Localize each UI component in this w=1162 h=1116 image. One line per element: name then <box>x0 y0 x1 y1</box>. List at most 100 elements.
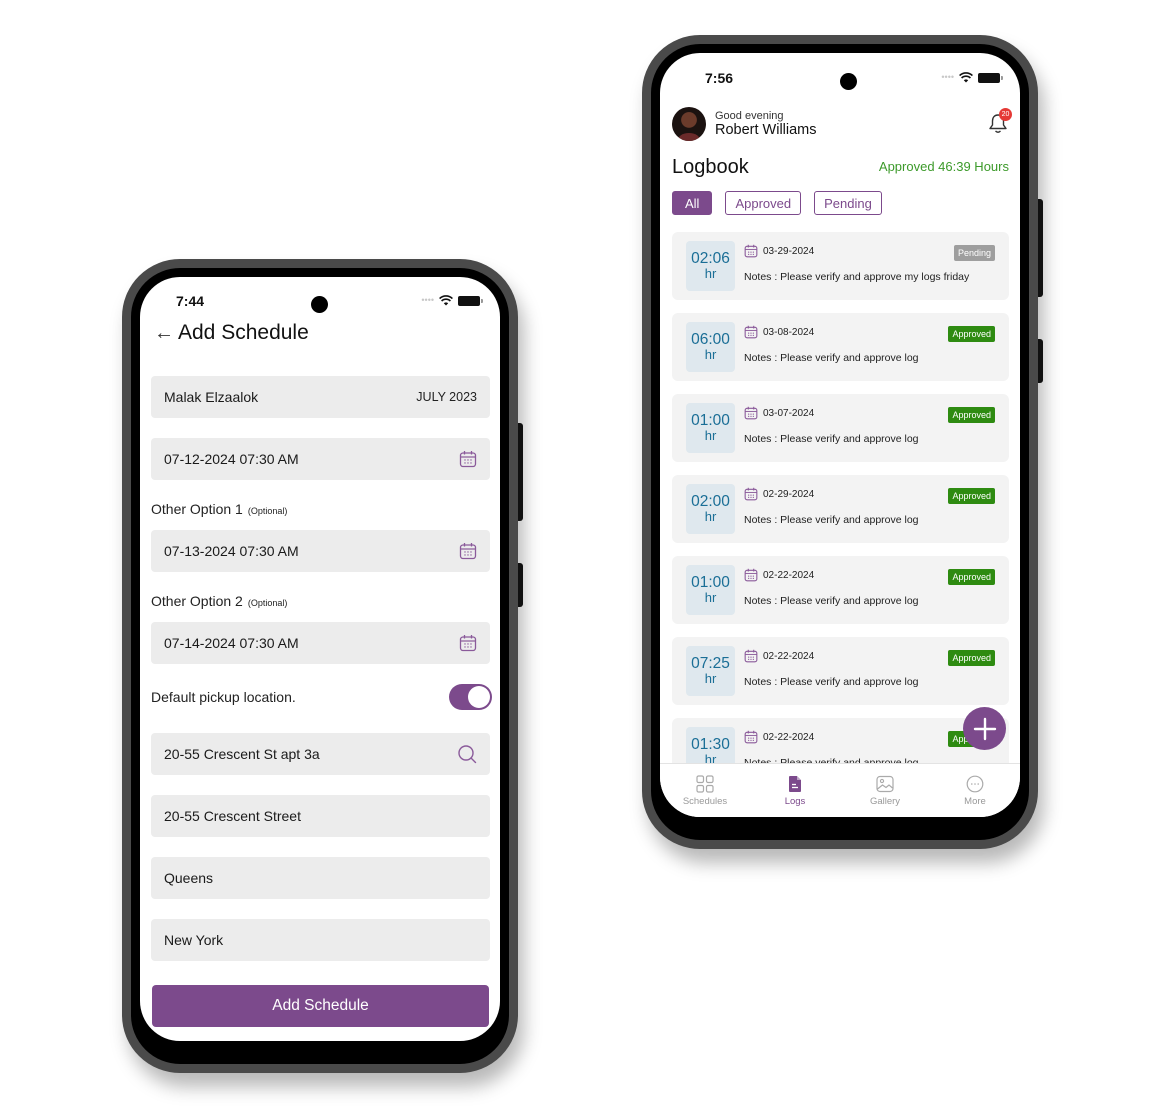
log-date-row: 03-07-2024 <box>744 406 814 420</box>
primary-date-value: 07-12-2024 07:30 AM <box>164 451 299 467</box>
client-month: JULY 2023 <box>416 390 477 404</box>
city-field[interactable]: Queens <box>151 857 490 899</box>
search-icon[interactable] <box>457 744 477 764</box>
log-card[interactable]: 02:06 hr 03-29-2024 Notes : Please verify a… <box>672 232 1009 300</box>
duration-box: 01:30 hr <box>686 727 735 763</box>
calendar-icon[interactable] <box>459 450 477 468</box>
arrow-left-icon[interactable]: ← <box>154 323 174 343</box>
default-pickup-toggle[interactable] <box>449 684 492 710</box>
side-button-volume <box>1038 339 1043 383</box>
logbook-title: Logbook <box>672 156 749 178</box>
status-time: 7:44 <box>176 293 205 309</box>
log-duration-unit: hr <box>704 671 717 687</box>
state-field[interactable]: New York <box>151 919 490 961</box>
street-value: 20-55 Crescent Street <box>164 808 301 824</box>
log-list[interactable]: 02:06 hr 03-29-2024 Notes : Please verify a… <box>672 232 1009 763</box>
log-card[interactable]: 01:00 hr 02-22-2024 Notes : Please verify a… <box>672 556 1009 624</box>
calendar-icon[interactable] <box>459 542 477 560</box>
tab-more[interactable]: More <box>930 764 1020 817</box>
log-date: 03-29-2024 <box>763 245 815 257</box>
duration-box: 06:00 hr <box>686 322 735 372</box>
state-value: New York <box>164 932 224 948</box>
log-card[interactable]: 01:00 hr 03-07-2024 Notes : Please verify a… <box>672 394 1009 462</box>
log-duration: 07:25 <box>691 654 730 672</box>
calendar-icon <box>744 325 758 339</box>
log-duration-unit: hr <box>704 347 717 363</box>
add-log-button[interactable] <box>963 707 1006 750</box>
wifi-icon <box>959 72 973 83</box>
battery-icon <box>458 295 483 306</box>
filter-pending[interactable]: Pending <box>814 191 882 215</box>
option2-label-text: Other Option 2 <box>151 593 243 609</box>
log-card[interactable]: 01:30 hr 02-22-2024 Notes : Please verify a… <box>672 718 1009 763</box>
phone-logbook: 7:56 •••• Good evening Robert Williams 2… <box>642 35 1043 849</box>
battery-icon <box>978 72 1003 83</box>
log-card[interactable]: 07:25 hr 02-22-2024 Notes : Please verify a… <box>672 637 1009 705</box>
option2-hint: (Optional) <box>247 598 288 608</box>
status-badge: Approved <box>948 488 995 504</box>
option1-label-text: Other Option 1 <box>151 501 243 517</box>
default-pickup-row: Default pickup location. <box>151 684 492 710</box>
log-date: 02-29-2024 <box>763 488 815 500</box>
option1-label: Other Option 1 (Optional) <box>151 501 287 517</box>
log-notes: Notes : Please verify and approve my log… <box>744 271 970 283</box>
log-duration-unit: hr <box>704 590 717 606</box>
option1-date-field[interactable]: 07-13-2024 07:30 AM <box>151 530 490 572</box>
bottom-tab-bar: Schedules Logs Gallery More <box>660 763 1020 817</box>
tab-gallery[interactable]: Gallery <box>840 764 930 817</box>
calendar-icon[interactable] <box>459 634 477 652</box>
client-field[interactable]: Malak Elzaalok JULY 2023 <box>151 376 490 418</box>
option2-date-field[interactable]: 07-14-2024 07:30 AM <box>151 622 490 664</box>
address-search-field[interactable]: 20-55 Crescent St apt 3a <box>151 733 490 775</box>
front-camera <box>311 296 328 313</box>
signal-icon: •••• <box>421 295 434 305</box>
log-duration: 02:00 <box>691 492 730 510</box>
tab-more-label: More <box>964 795 986 807</box>
log-card[interactable]: 06:00 hr 03-08-2024 Notes : Please verify a… <box>672 313 1009 381</box>
log-date-row: 02-22-2024 <box>744 649 814 663</box>
calendar-icon <box>744 487 758 501</box>
log-date: 02-22-2024 <box>763 650 815 662</box>
option2-label: Other Option 2 (Optional) <box>151 593 287 609</box>
log-date: 03-08-2024 <box>763 326 815 338</box>
log-notes: Notes : Please verify and approve log <box>744 595 919 607</box>
duration-box: 01:00 hr <box>686 565 735 615</box>
tab-gallery-label: Gallery <box>869 795 901 807</box>
status-badge: Approved <box>948 569 995 585</box>
log-duration-unit: hr <box>704 509 717 525</box>
option2-date-value: 07-14-2024 07:30 AM <box>164 635 299 651</box>
grid-icon <box>696 774 714 793</box>
option1-date-value: 07-13-2024 07:30 AM <box>164 543 299 559</box>
side-button-volume <box>518 563 523 607</box>
filter-all[interactable]: All <box>672 191 713 215</box>
street-field[interactable]: 20-55 Crescent Street <box>151 795 490 837</box>
notification-button[interactable]: 20 <box>988 108 1012 135</box>
log-date-row: 02-29-2024 <box>744 487 814 501</box>
side-button-power <box>518 423 523 521</box>
calendar-icon <box>744 406 758 420</box>
log-duration-unit: hr <box>704 428 717 444</box>
tab-logs[interactable]: Logs <box>750 764 840 817</box>
status-icons: •••• <box>941 72 1003 83</box>
filter-chips: All Approved Pending <box>672 191 882 215</box>
log-notes: Notes : Please verify and approve log <box>744 352 919 364</box>
log-duration-unit: hr <box>704 752 717 763</box>
default-pickup-label: Default pickup location. <box>151 689 296 705</box>
log-date-row: 03-29-2024 <box>744 244 814 258</box>
calendar-icon <box>744 244 758 258</box>
filter-approved[interactable]: Approved <box>725 191 802 215</box>
log-duration: 01:00 <box>691 573 730 591</box>
avatar[interactable] <box>672 107 706 141</box>
tab-schedules[interactable]: Schedules <box>660 764 750 817</box>
log-notes: Notes : Please verify and approve log <box>744 514 919 526</box>
address-search-value: 20-55 Crescent St apt 3a <box>164 746 320 762</box>
log-duration: 02:06 <box>691 249 730 267</box>
front-camera <box>840 73 857 90</box>
add-schedule-screen: 7:44 •••• ← Add Schedule Malak Elzaalok … <box>140 277 500 1041</box>
add-schedule-button[interactable]: Add Schedule <box>152 985 489 1027</box>
primary-date-field[interactable]: 07-12-2024 07:30 AM <box>151 438 490 480</box>
log-duration-unit: hr <box>704 266 717 282</box>
log-card[interactable]: 02:00 hr 02-29-2024 Notes : Please verify a… <box>672 475 1009 543</box>
plus-icon <box>973 717 996 740</box>
user-greeting: Good evening Robert Williams <box>672 107 817 141</box>
